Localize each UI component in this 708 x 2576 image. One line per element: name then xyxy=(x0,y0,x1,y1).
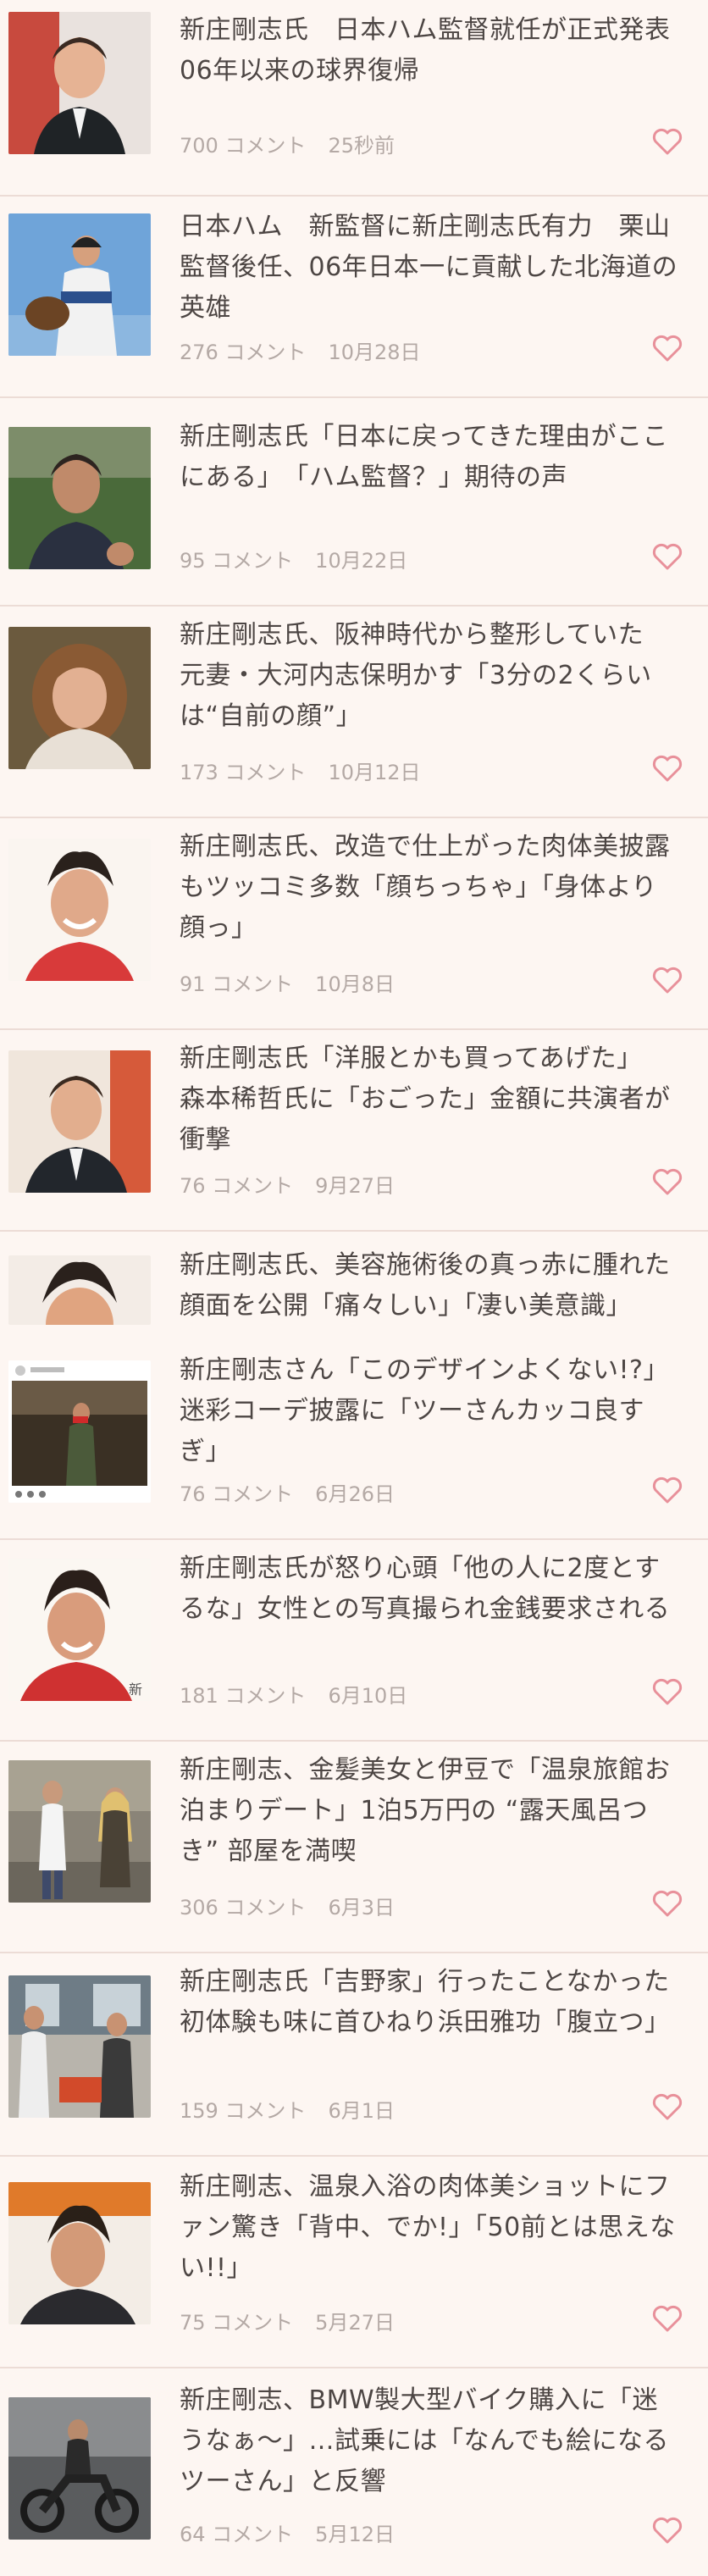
heart-icon[interactable] xyxy=(652,966,683,994)
news-item[interactable]: 新庄剛志氏、美容施術後の真っ赤に腫れた顔面を公開「痛々しい」「凄い美意識」 新庄… xyxy=(0,1232,708,1540)
news-meta: 95 コメント 10月22日 xyxy=(180,544,407,573)
tv-scene-photo xyxy=(8,1975,151,2118)
heart-icon[interactable] xyxy=(652,2304,683,2333)
news-title[interactable]: 新庄剛志、BMW製大型バイク購入に「迷うなぁ～」…試乗には「なんでも絵になるツー… xyxy=(180,2380,681,2502)
news-meta: 75 コメント 5月27日 xyxy=(180,2306,395,2335)
news-meta: 181 コメント 6月10日 xyxy=(180,1679,407,1709)
man-suit-photo xyxy=(8,1050,151,1193)
news-meta: 173 コメント 10月12日 xyxy=(180,756,421,785)
news-meta: 76 コメント 6月26日 xyxy=(180,1477,395,1507)
news-item[interactable]: 新庄剛志氏「日本に戻ってきた理由がここにある」 「ハム監督？」期待の声 95 コ… xyxy=(0,398,708,607)
man-suit-photo xyxy=(8,12,151,154)
heart-icon[interactable] xyxy=(652,754,683,783)
smiling-man-photo: 新 xyxy=(8,1559,151,1701)
comment-count: 76 コメント xyxy=(180,1174,294,1198)
news-item[interactable]: 新庄剛志氏 日本ハム監督就任が正式発表 06年以来の球界復帰 700 コメント 2… xyxy=(0,0,708,197)
news-date: 10月8日 xyxy=(315,972,395,996)
comment-count: 173 コメント xyxy=(180,761,307,784)
news-date: 25秒前 xyxy=(328,134,395,158)
news-meta: 159 コメント 6月1日 xyxy=(180,2094,395,2124)
news-item[interactable]: 新庄剛志氏「吉野家」行ったことなかった 初体験も味に首ひねり浜田雅功「腹立つ」 … xyxy=(0,1953,708,2157)
news-item[interactable]: 日本ハム 新監督に新庄剛志氏有力 栗山監督後任、06年日本一に貢献した北海道の英… xyxy=(0,197,708,398)
man-portrait-photo xyxy=(8,427,151,569)
heart-icon[interactable] xyxy=(652,1476,683,1504)
heart-icon[interactable] xyxy=(652,127,683,156)
svg-text:新: 新 xyxy=(129,1681,142,1698)
comment-count: 76 コメント xyxy=(180,1482,294,1506)
baseball-player-photo xyxy=(8,213,151,356)
news-title[interactable]: 新庄剛志氏が怒り心頭「他の人に2度とするな」女性との写真撮られ金銭要求される xyxy=(180,1548,681,1630)
news-title-secondary[interactable]: 新庄剛志さん「このデザインよくない!?」迷彩コーデ披露に「ツーさんカッコ良すぎ」 xyxy=(180,1350,681,1472)
comment-count: 64 コメント xyxy=(180,2523,294,2546)
comment-count: 159 コメント xyxy=(180,2099,307,2123)
news-title[interactable]: 新庄剛志氏、改造で仕上がった肉体美披露もツッコミ多数「顔ちっちゃ」「身体より顔っ… xyxy=(180,827,681,949)
heart-icon[interactable] xyxy=(652,1889,683,1918)
news-item[interactable]: 新 新庄剛志氏が怒り心頭「他の人に2度とするな」女性との写真撮られ金銭要求される… xyxy=(0,1540,708,1742)
news-title[interactable]: 新庄剛志氏、美容施術後の真っ赤に腫れた顔面を公開「痛々しい」「凄い美意識」 xyxy=(180,1245,681,1327)
heart-icon[interactable] xyxy=(652,334,683,363)
man-portrait-photo xyxy=(8,2182,151,2324)
news-date: 6月26日 xyxy=(315,1482,395,1506)
news-date: 6月10日 xyxy=(328,1684,408,1708)
street-snapshot-photo xyxy=(8,1760,151,1903)
news-title[interactable]: 新庄剛志氏「吉野家」行ったことなかった 初体験も味に首ひねり浜田雅功「腹立つ」 xyxy=(180,1962,695,2043)
news-meta: 306 コメント 6月3日 xyxy=(180,1891,395,1920)
news-date: 9月27日 xyxy=(315,1174,395,1198)
news-title[interactable]: 日本ハム 新監督に新庄剛志氏有力 栗山監督後任、06年日本一に貢献した北海道の英… xyxy=(180,207,681,329)
comment-count: 700 コメント xyxy=(180,134,307,158)
news-title[interactable]: 新庄剛志氏、阪神時代から整形していた 元妻・大河内志保明かす「3分の2くらいは“… xyxy=(180,615,681,737)
comment-count: 181 コメント xyxy=(180,1684,307,1708)
news-title[interactable]: 新庄剛志氏「洋服とかも買ってあげた」 森本稀哲氏に「おごった」金額に共演者が衝撃 xyxy=(180,1039,681,1161)
news-meta: 276 コメント 10月28日 xyxy=(180,335,421,365)
news-meta: 76 コメント 9月27日 xyxy=(180,1169,395,1199)
comment-count: 276 コメント xyxy=(180,341,307,364)
news-item[interactable]: 新庄剛志氏、阪神時代から整形していた 元妻・大河内志保明かす「3分の2くらいは“… xyxy=(0,607,708,818)
comment-count: 75 コメント xyxy=(180,2311,294,2335)
news-title[interactable]: 新庄剛志氏 日本ハム監督就任が正式発表 06年以来の球界復帰 xyxy=(180,10,696,91)
news-date: 5月27日 xyxy=(315,2311,395,2335)
news-date: 10月22日 xyxy=(315,549,408,573)
news-title[interactable]: 新庄剛志、金髪美女と伊豆で「温泉旅館お泊まりデート」1泊5万円の “露天風呂つき… xyxy=(180,1750,681,1872)
news-item[interactable]: 新庄剛志、BMW製大型バイク購入に「迷うなぁ～」…試乗には「なんでも絵になるツー… xyxy=(0,2368,708,2576)
heart-icon[interactable] xyxy=(652,1167,683,1196)
news-date: 10月28日 xyxy=(328,341,421,364)
news-meta: 700 コメント 25秒前 xyxy=(180,129,395,158)
news-feed: 新庄剛志氏 日本ハム監督就任が正式発表 06年以来の球界復帰 700 コメント 2… xyxy=(0,0,708,2576)
comment-count: 91 コメント xyxy=(180,972,294,996)
news-date: 6月1日 xyxy=(328,2099,395,2123)
comment-count: 306 コメント xyxy=(180,1896,307,1920)
woman-portrait-photo xyxy=(8,627,151,769)
comment-count: 95 コメント xyxy=(180,549,294,573)
news-title[interactable]: 新庄剛志氏「日本に戻ってきた理由がここにある」 「ハム監督？」期待の声 xyxy=(180,417,681,498)
news-item[interactable]: 新庄剛志氏「洋服とかも買ってあげた」 森本稀哲氏に「おごった」金額に共演者が衝撃… xyxy=(0,1030,708,1232)
man-face-photo xyxy=(8,1255,151,1325)
news-title[interactable]: 新庄剛志、温泉入浴の肉体美ショットにファン驚き「背中、でか!」「50前とは思えな… xyxy=(180,2167,681,2289)
heart-icon[interactable] xyxy=(652,2092,683,2121)
smiling-man-photo xyxy=(8,839,151,981)
news-date: 10月12日 xyxy=(328,761,421,784)
news-meta: 91 コメント 10月8日 xyxy=(180,967,395,997)
heart-icon[interactable] xyxy=(652,1677,683,1706)
motorcycle-photo xyxy=(8,2397,151,2540)
news-meta: 64 コメント 5月12日 xyxy=(180,2518,395,2547)
news-date: 6月3日 xyxy=(328,1896,395,1920)
heart-icon[interactable] xyxy=(652,2516,683,2545)
news-item[interactable]: 新庄剛志氏、改造で仕上がった肉体美披露もツッコミ多数「顔ちっちゃ」「身体より顔っ… xyxy=(0,818,708,1030)
heart-icon[interactable] xyxy=(652,542,683,571)
news-item[interactable]: 新庄剛志、金髪美女と伊豆で「温泉旅館お泊まりデート」1泊5万円の “露天風呂つき… xyxy=(0,1742,708,1953)
news-date: 5月12日 xyxy=(315,2523,395,2546)
instagram-post-photo xyxy=(8,1360,151,1503)
news-item[interactable]: 新庄剛志、温泉入浴の肉体美ショットにファン驚き「背中、でか!」「50前とは思えな… xyxy=(0,2157,708,2368)
